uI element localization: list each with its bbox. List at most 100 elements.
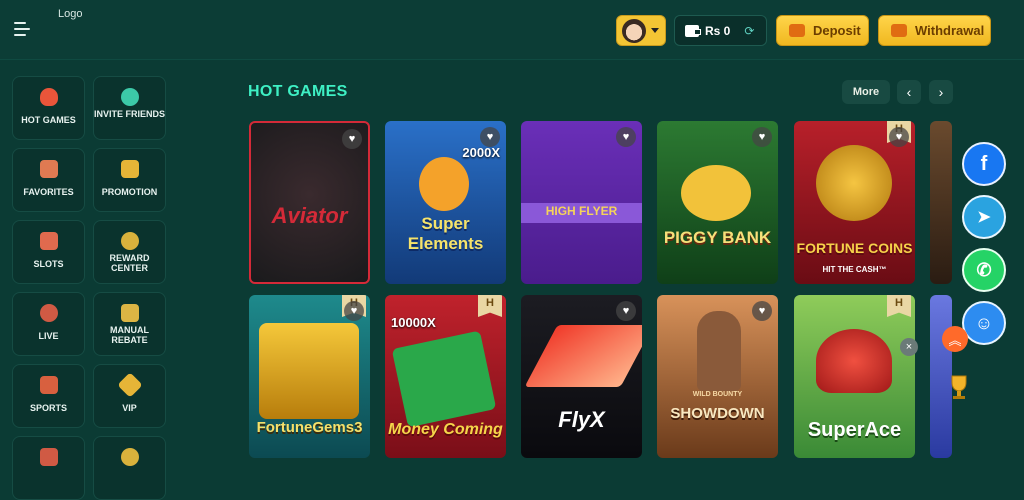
sidebar-item-label: INVITE FRIENDS <box>94 109 166 119</box>
support-agent-icon[interactable]: ☺ <box>962 301 1006 345</box>
game-card-showdown[interactable]: ♥ WILD BOUNTY SHOWDOWN <box>657 295 778 458</box>
game-title: SHOWDOWN <box>670 405 765 422</box>
whatsapp-icon[interactable]: ✆ <box>962 248 1006 292</box>
game-card-super-elements[interactable]: 2000X ♥ Super Elements <box>385 121 506 284</box>
game-card-high-flyer[interactable]: ♥ HIGH FLYER <box>521 121 642 284</box>
top-bar: Logo Rs 0 ⟳ Deposit Withdrawal <box>0 0 1024 60</box>
medal-icon <box>120 232 139 250</box>
sidebar-item-label: HOT GAMES <box>21 115 76 125</box>
game-card-money-coming[interactable]: H 10000X Money Coming <box>385 295 506 458</box>
heart-icon[interactable]: ♥ <box>752 301 772 321</box>
sidebar-item-reward-center[interactable]: REWARD CENTER <box>93 220 166 284</box>
sidebar-item-promotion[interactable]: PROMOTION <box>93 148 166 212</box>
deposit-label: Deposit <box>813 23 861 38</box>
sidebar-item-invite-friends[interactable]: INVITE FRIENDS <box>93 76 166 140</box>
game-card-fortune-gems-3[interactable]: H ♥ FortuneGems3 <box>249 295 370 458</box>
more-button[interactable]: More <box>842 80 890 104</box>
sidebar-item-sports[interactable]: SPORTS <box>12 364 85 428</box>
chevron-down-icon <box>651 28 659 33</box>
game-title: SuperAce <box>807 419 902 441</box>
character-art <box>681 165 751 221</box>
hot-badge: H <box>478 295 502 317</box>
jester-hat-art <box>816 329 892 393</box>
next-button[interactable]: › <box>929 80 953 104</box>
menu-icon[interactable] <box>14 22 30 36</box>
withdrawal-icon <box>891 24 907 37</box>
telegram-icon[interactable]: ➤ <box>962 195 1006 239</box>
logo[interactable]: Logo <box>58 8 82 20</box>
chevron-right-icon: › <box>938 84 944 100</box>
sidebar-item-manual-rebate[interactable]: MANUAL REBATE <box>93 292 166 356</box>
sidebar-item-label: LIVE <box>38 331 59 341</box>
refresh-icon[interactable]: ⟳ <box>744 24 754 38</box>
character-art <box>697 311 741 391</box>
chest-art <box>259 323 359 419</box>
sidebar-item-more-1[interactable] <box>12 436 85 500</box>
hot-badge: H <box>887 295 911 317</box>
game-subtitle: WILD BOUNTY <box>692 391 743 398</box>
avatar[interactable] <box>616 15 666 46</box>
sidebar-item-hot-games[interactable]: HOT GAMES <box>12 76 85 140</box>
section-title: HOT GAMES <box>248 83 348 100</box>
game-title: PIGGY BANK <box>663 228 772 247</box>
game-title: Aviator <box>271 203 348 228</box>
sidebar-item-vip[interactable]: VIP <box>93 364 166 428</box>
sidebar-item-label: SPORTS <box>29 403 67 413</box>
game-card-super-ace[interactable]: H SuperAce <box>794 295 915 458</box>
sidebar-item-favorites[interactable]: FAVORITES <box>12 148 85 212</box>
heart-icon[interactable]: ♥ <box>342 129 362 149</box>
game-card-fortune-coins[interactable]: H ♥ FORTUNE COINS HIT THE CASH™ <box>794 121 915 284</box>
game-title: Money Coming <box>388 421 503 438</box>
favorites-icon <box>39 160 58 178</box>
sidebar-item-label: FAVORITES <box>23 187 74 197</box>
gamepad-icon <box>39 448 58 466</box>
heart-icon[interactable]: ♥ <box>616 127 636 147</box>
multiplier-label: 10000X <box>391 315 436 330</box>
heart-icon[interactable]: ♥ <box>616 301 636 321</box>
diamond-icon <box>116 372 143 398</box>
slots-icon <box>39 232 58 250</box>
game-subtitle: HIT THE CASH™ <box>822 265 887 274</box>
coin-art <box>816 145 892 221</box>
wallet-icon <box>685 24 701 37</box>
sidebar-item-label: PROMOTION <box>101 187 158 197</box>
sidebar-item-label: SLOTS <box>33 259 64 269</box>
sidebar-item-label: VIP <box>122 403 137 413</box>
cash-art <box>391 330 497 428</box>
trophy-icon[interactable] <box>944 372 974 402</box>
balance-display: Rs 0 ⟳ <box>674 15 767 46</box>
game-title: FORTUNE COINS <box>796 240 913 256</box>
game-card-aviator[interactable]: ♥ Aviator <box>249 121 370 284</box>
heart-icon[interactable]: ♥ <box>752 127 772 147</box>
game-card-piggy-bank[interactable]: ♥ PIGGY BANK <box>657 121 778 284</box>
heart-icon[interactable]: ♥ <box>344 301 364 321</box>
sidebar-item-more-2[interactable] <box>93 436 166 500</box>
game-title: HIGH FLYER <box>545 204 618 218</box>
sidebar-item-label: MANUAL REBATE <box>110 325 149 345</box>
withdrawal-button[interactable]: Withdrawal <box>878 15 991 46</box>
close-icon[interactable]: × <box>900 338 918 356</box>
friends-icon <box>120 88 139 106</box>
avatar-image <box>622 19 646 43</box>
game-title: FortuneGems3 <box>256 419 363 436</box>
multiplier-label: 2000X <box>462 145 500 160</box>
sidebar-item-label: REWARD CENTER <box>109 253 150 273</box>
gift-icon <box>120 160 139 178</box>
heart-icon[interactable]: ♥ <box>480 127 500 147</box>
game-card-partial[interactable] <box>930 121 952 284</box>
game-title: FlyX <box>558 407 605 432</box>
sports-icon <box>39 376 58 394</box>
deposit-button[interactable]: Deposit <box>776 15 869 46</box>
deposit-icon <box>789 24 805 37</box>
sidebar-item-slots[interactable]: SLOTS <box>12 220 85 284</box>
prev-button[interactable]: ‹ <box>897 80 921 104</box>
heart-icon[interactable]: ♥ <box>889 127 909 147</box>
character-art <box>419 157 469 211</box>
facebook-icon[interactable]: f <box>962 142 1006 186</box>
scroll-top-icon[interactable]: ︽ <box>942 326 968 352</box>
chevron-left-icon: ‹ <box>906 84 912 100</box>
flame-icon <box>39 88 58 106</box>
rebate-icon <box>120 304 139 322</box>
sidebar-item-live[interactable]: LIVE <box>12 292 85 356</box>
game-card-flyx[interactable]: ♥ FlyX <box>521 295 642 458</box>
